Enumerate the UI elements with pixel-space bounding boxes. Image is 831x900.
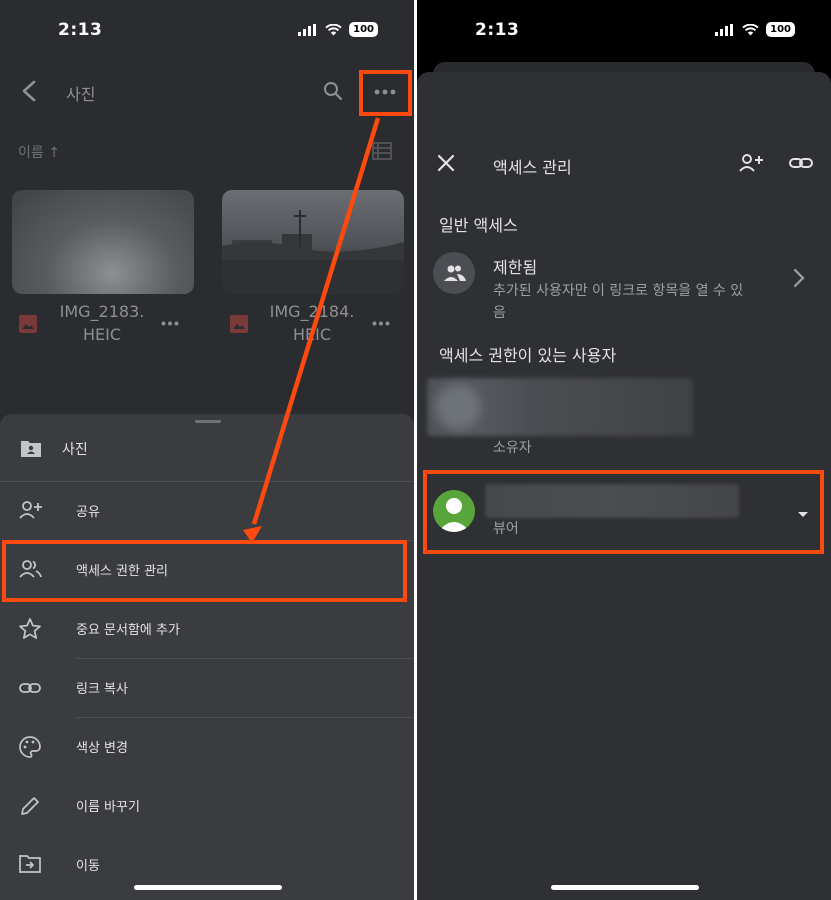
link-icon[interactable] (789, 154, 813, 172)
status-bar: 2:13 100 (0, 0, 414, 62)
home-indicator (551, 885, 699, 890)
highlight-viewer-row (423, 470, 824, 554)
wifi-icon (325, 23, 342, 35)
signal-icon (715, 23, 734, 36)
annotation-arrow (243, 117, 381, 543)
battery-indicator: 100 (349, 22, 378, 37)
general-access-title: 일반 액세스 (439, 216, 518, 235)
manage-access-title: 액세스 관리 (493, 158, 572, 177)
status-bar: 2:13 100 (417, 0, 831, 62)
people-icon (444, 265, 466, 281)
wifi-icon (742, 23, 759, 35)
files-screen: 2:13 100 사진 이름 ↑ IMG_2183. HEIC IMG_2184… (0, 0, 414, 900)
avatar (435, 384, 481, 430)
people-with-access-title: 액세스 권한이 있는 사용자 (439, 346, 617, 365)
signal-icon (298, 23, 317, 36)
restricted-description: 추가된 사용자만 이 링크로 항목을 열 수 있음 (493, 283, 744, 321)
status-time: 2:13 (58, 20, 103, 40)
restricted-avatar (433, 252, 475, 294)
chevron-right-icon (793, 268, 805, 288)
status-icons: 100 (715, 22, 795, 37)
status-icons: 100 (298, 22, 378, 37)
restricted-label: 제한됨 (493, 258, 538, 277)
owner-role-label: 소유자 (493, 440, 532, 456)
close-icon[interactable] (437, 154, 455, 172)
add-person-icon[interactable] (737, 152, 765, 174)
battery-indicator: 100 (766, 22, 795, 37)
status-time: 2:13 (475, 20, 520, 40)
manage-access-screen: 2:13 100 액세스 관리 일반 액세스 제한됨 추가된 사용자만 이 링크… (417, 0, 831, 900)
